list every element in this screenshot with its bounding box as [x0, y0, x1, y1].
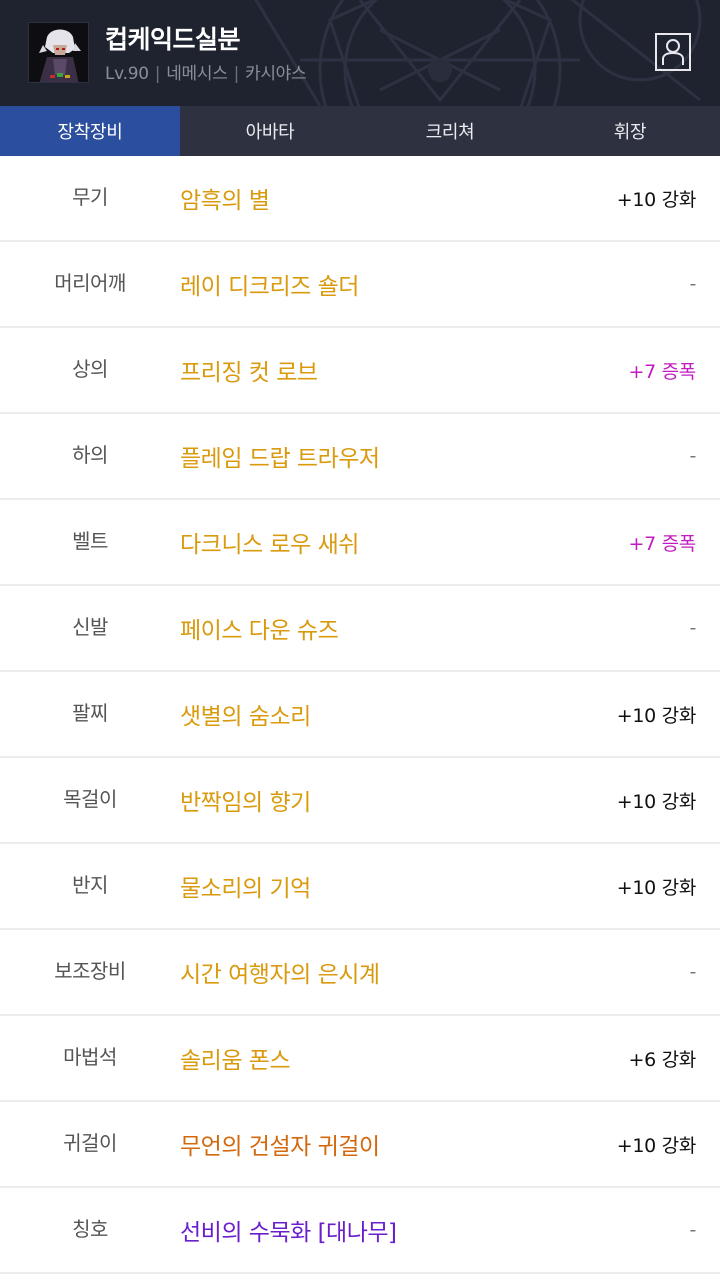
- character-info: Lv.90 | 네메시스 | 카시야스: [105, 59, 307, 84]
- equipment-row[interactable]: 보조장비 시간 여행자의 은시계 -: [0, 930, 720, 1016]
- equipment-upgrade-status: +10 강화: [616, 1134, 697, 1157]
- equipment-slot-label: 머리어깨: [54, 270, 126, 295]
- equipment-item-name[interactable]: 솔리움 폰스: [180, 1016, 291, 1100]
- equipment-item-name[interactable]: 선비의 수묵화 [대나무]: [180, 1188, 397, 1272]
- character-header: 컵케익드실분 Lv.90 | 네메시스 | 카시야스: [0, 0, 720, 106]
- equipment-slot-label: 무기: [72, 184, 108, 209]
- divider: |: [233, 64, 240, 84]
- equipment-row[interactable]: 마법석 솔리움 폰스 +6 강화: [0, 1016, 720, 1102]
- equipment-slot-label: 상의: [72, 356, 108, 381]
- profile-button[interactable]: [655, 33, 691, 71]
- tab-bar: 장착장비 아바타 크리쳐 휘장: [0, 106, 720, 156]
- equipment-item-name[interactable]: 샛별의 숨소리: [180, 672, 311, 756]
- equipment-upgrade-status: +10 강화: [616, 704, 697, 727]
- equipment-upgrade-status: -: [689, 445, 696, 467]
- equipment-item-name[interactable]: 플레임 드랍 트라우저: [180, 414, 380, 498]
- equipment-row[interactable]: 벨트 다크니스 로우 새쉬 +7 증폭: [0, 500, 720, 586]
- equipment-item-name[interactable]: 반짝임의 향기: [180, 758, 311, 842]
- equipment-upgrade-status: -: [689, 1219, 696, 1241]
- equipment-row[interactable]: 상의 프리징 컷 로브 +7 증폭: [0, 328, 720, 414]
- equipment-item-name[interactable]: 암흑의 별: [180, 156, 270, 240]
- equipment-item-name[interactable]: 다크니스 로우 새쉬: [180, 500, 359, 584]
- character-portrait-icon: [29, 23, 88, 82]
- equipment-slot-label: 칭호: [72, 1216, 108, 1241]
- equipment-item-name[interactable]: 프리징 컷 로브: [180, 328, 318, 412]
- equipment-upgrade-status: +7 증폭: [628, 532, 696, 555]
- equipment-slot-label: 벨트: [72, 528, 108, 553]
- equipment-upgrade-status: -: [689, 961, 696, 983]
- equipment-slot-label: 반지: [72, 872, 108, 897]
- equipment-item-name[interactable]: 물소리의 기억: [180, 844, 311, 928]
- equipment-row[interactable]: 귀걸이 무언의 건설자 귀걸이 +10 강화: [0, 1102, 720, 1188]
- equipment-row[interactable]: 머리어깨 레이 디크리즈 숄더 -: [0, 242, 720, 328]
- tab-equipment[interactable]: 장착장비: [0, 106, 180, 156]
- equipment-row[interactable]: 팔찌 샛별의 숨소리 +10 강화: [0, 672, 720, 758]
- equipment-upgrade-status: -: [689, 617, 696, 639]
- equipment-upgrade-status: +7 증폭: [628, 360, 696, 383]
- user-icon: [662, 39, 684, 65]
- equipment-list: 무기 암흑의 별 +10 강화 머리어깨 레이 디크리즈 숄더 - 상의 프리징 컷 로브 +7…: [0, 156, 720, 1274]
- equipment-item-name[interactable]: 페이스 다운 슈즈: [180, 586, 339, 670]
- tab-creature[interactable]: 크리쳐: [360, 106, 540, 156]
- tab-avatar[interactable]: 아바타: [180, 106, 360, 156]
- equipment-item-name[interactable]: 시간 여행자의 은시계: [180, 930, 380, 1014]
- equipment-item-name[interactable]: 무언의 건설자 귀걸이: [180, 1102, 380, 1186]
- divider: |: [154, 64, 161, 84]
- equipment-slot-label: 보조장비: [54, 958, 126, 983]
- character-level: Lv.90: [105, 64, 149, 84]
- equipment-slot-label: 목걸이: [63, 786, 117, 811]
- equipment-upgrade-status: +10 강화: [616, 876, 697, 899]
- equipment-row[interactable]: 무기 암흑의 별 +10 강화: [0, 156, 720, 242]
- equipment-row[interactable]: 목걸이 반짝임의 향기 +10 강화: [0, 758, 720, 844]
- equipment-item-name[interactable]: 레이 디크리즈 숄더: [180, 242, 359, 326]
- equipment-row[interactable]: 칭호 선비의 수묵화 [대나무] -: [0, 1188, 720, 1274]
- equipment-upgrade-status: +6 강화: [628, 1048, 696, 1071]
- character-avatar[interactable]: [28, 22, 89, 83]
- equipment-slot-label: 팔찌: [72, 700, 108, 725]
- equipment-slot-label: 귀걸이: [63, 1130, 117, 1155]
- equipment-row[interactable]: 신발 페이스 다운 슈즈 -: [0, 586, 720, 672]
- equipment-row[interactable]: 하의 플레임 드랍 트라우저 -: [0, 414, 720, 500]
- equipment-slot-label: 하의: [72, 442, 108, 467]
- equipment-upgrade-status: +10 강화: [616, 790, 697, 813]
- equipment-slot-label: 신발: [72, 614, 108, 639]
- tab-insignia[interactable]: 휘장: [540, 106, 720, 156]
- equipment-slot-label: 마법석: [63, 1044, 117, 1069]
- equipment-upgrade-status: +10 강화: [616, 188, 697, 211]
- equipment-upgrade-status: -: [689, 273, 696, 295]
- character-job: 네메시스: [166, 64, 228, 84]
- character-name: 컵케익드실분: [105, 25, 241, 54]
- equipment-row[interactable]: 반지 물소리의 기억 +10 강화: [0, 844, 720, 930]
- character-server: 카시야스: [245, 64, 307, 84]
